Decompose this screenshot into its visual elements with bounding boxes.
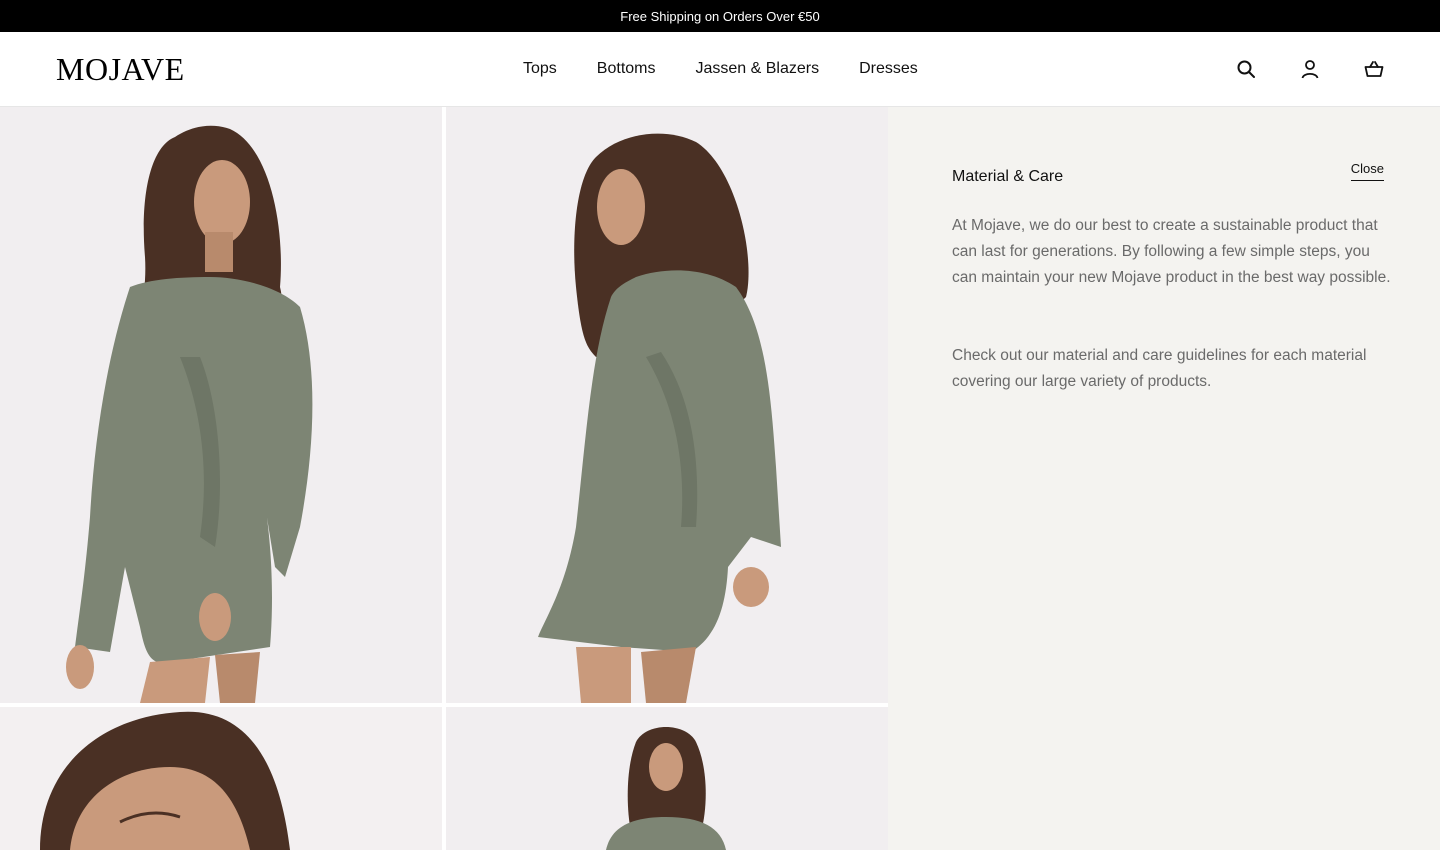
account-icon[interactable] [1300, 59, 1320, 79]
product-gallery [0, 107, 888, 850]
nav-item-jackets-blazers[interactable]: Jassen & Blazers [695, 60, 819, 78]
product-image-full[interactable] [446, 707, 888, 850]
product-image-back[interactable] [446, 107, 888, 703]
nav-item-tops[interactable]: Tops [523, 60, 557, 78]
main-nav: Tops Bottoms Jassen & Blazers Dresses [523, 32, 918, 106]
product-image-closeup[interactable] [0, 707, 442, 850]
promo-text: Free Shipping on Orders Over €50 [620, 8, 820, 24]
panel-title: Material & Care [952, 168, 1064, 185]
panel-paragraph: At Mojave, we do our best to create a su… [952, 217, 1391, 286]
material-care-panel: Material & Care Close At Mojave, we do o… [888, 107, 1440, 850]
cart-icon[interactable] [1364, 59, 1384, 79]
brand-logo[interactable]: MOJAVE [56, 51, 185, 87]
nav-item-bottoms[interactable]: Bottoms [597, 60, 656, 78]
header-icons [1236, 32, 1384, 106]
nav-item-dresses[interactable]: Dresses [859, 60, 918, 78]
panel-paragraph: Check out our material and care guidelin… [952, 347, 1367, 390]
search-icon[interactable] [1236, 59, 1256, 79]
site-header: MOJAVE Tops Bottoms Jassen & Blazers Dre… [0, 32, 1440, 107]
product-image-front[interactable] [0, 107, 442, 703]
close-button[interactable]: Close [1350, 161, 1384, 181]
promo-bar: Free Shipping on Orders Over €50 [0, 0, 1440, 32]
